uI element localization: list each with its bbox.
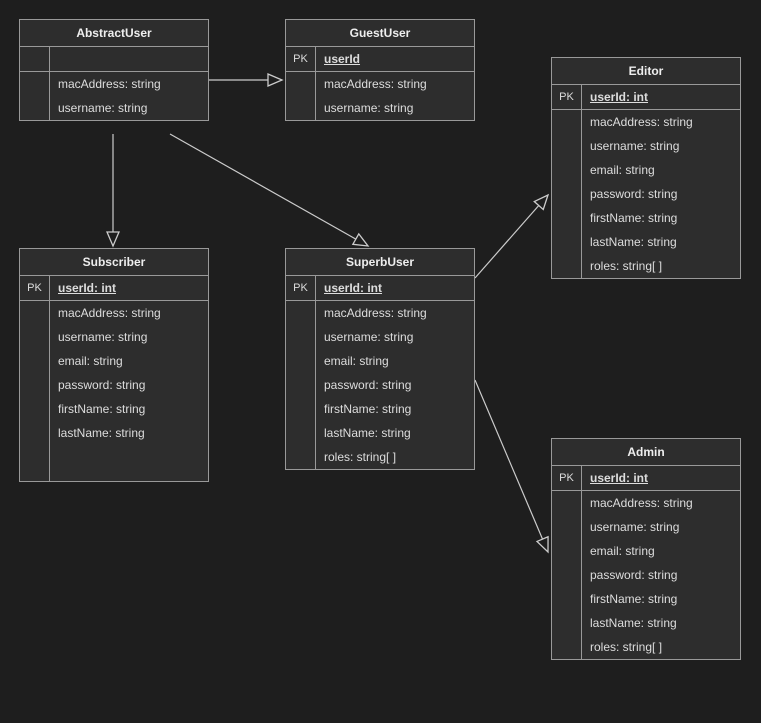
class-title: AbstractUser xyxy=(20,20,208,47)
attr: lastName: string xyxy=(58,426,145,440)
attr: firstName: string xyxy=(324,402,411,416)
diagram-canvas: AbstractUser macAddress: string username… xyxy=(0,0,761,723)
attr: macAddress: string xyxy=(58,77,161,91)
attr: lastName: string xyxy=(590,235,677,249)
attr: username: string xyxy=(58,101,147,115)
attr-row: lastName: string xyxy=(552,611,740,635)
attr: password: string xyxy=(58,378,145,392)
attr-row: email: string xyxy=(552,539,740,563)
attr-row: username: string xyxy=(286,325,474,349)
attr-row: password: string xyxy=(552,563,740,587)
attr-row: macAddress: string xyxy=(552,110,740,134)
attr: firstName: string xyxy=(590,592,677,606)
class-title: Subscriber xyxy=(20,249,208,276)
attr-row: macAddress: string xyxy=(20,72,208,96)
attr-row: lastName: string xyxy=(20,421,208,445)
class-editor[interactable]: Editor PK userId: int macAddress: string… xyxy=(551,57,741,279)
attr: macAddress: string xyxy=(58,306,161,320)
attr: password: string xyxy=(590,187,677,201)
attr: email: string xyxy=(324,354,389,368)
attr-row: macAddress: string xyxy=(286,72,474,96)
attr-row: firstName: string xyxy=(552,206,740,230)
attr: username: string xyxy=(590,520,679,534)
attr: lastName: string xyxy=(324,426,411,440)
attr: username: string xyxy=(58,330,147,344)
attr-row: macAddress: string xyxy=(286,301,474,325)
attr-row: macAddress: string xyxy=(20,301,208,325)
attr-row: firstName: string xyxy=(552,587,740,611)
attr: firstName: string xyxy=(58,402,145,416)
class-title: SuperbUser xyxy=(286,249,474,276)
key-row: PK userId: int xyxy=(552,466,740,491)
class-subscriber[interactable]: Subscriber PK userId: int macAddress: st… xyxy=(19,248,209,482)
attr-row: roles: string[ ] xyxy=(552,635,740,659)
attr-row: password: string xyxy=(20,373,208,397)
attr: password: string xyxy=(324,378,411,392)
attr: macAddress: string xyxy=(590,115,693,129)
attr: email: string xyxy=(590,544,655,558)
attr-row: password: string xyxy=(552,182,740,206)
attr-row: username: string xyxy=(20,96,208,120)
attr: email: string xyxy=(58,354,123,368)
attr: macAddress: string xyxy=(324,306,427,320)
attr-row: lastName: string xyxy=(286,421,474,445)
attr-row: username: string xyxy=(552,515,740,539)
attr-row: email: string xyxy=(20,349,208,373)
pk-label: PK xyxy=(552,466,582,490)
attr-row: lastName: string xyxy=(552,230,740,254)
attr-row: firstName: string xyxy=(20,397,208,421)
attr: password: string xyxy=(590,568,677,582)
key-row: PK userId: int xyxy=(286,276,474,301)
attr-row: username: string xyxy=(20,325,208,349)
attr: roles: string[ ] xyxy=(324,450,396,464)
attr: username: string xyxy=(590,139,679,153)
pk-label: PK xyxy=(20,276,50,300)
attr: roles: string[ ] xyxy=(590,259,662,273)
pk-label: PK xyxy=(552,85,582,109)
attr-row: roles: string[ ] xyxy=(286,445,474,469)
attr: username: string xyxy=(324,330,413,344)
attr: macAddress: string xyxy=(590,496,693,510)
key-name: userId xyxy=(324,52,360,66)
key-name: userId: int xyxy=(590,471,648,485)
class-admin[interactable]: Admin PK userId: int macAddress: string … xyxy=(551,438,741,660)
attr-row: email: string xyxy=(286,349,474,373)
attr: firstName: string xyxy=(590,211,677,225)
key-row: PK userId: int xyxy=(552,85,740,110)
key-name: userId: int xyxy=(324,281,382,295)
class-title: Admin xyxy=(552,439,740,466)
pk-label: PK xyxy=(286,276,316,300)
key-row: PK userId xyxy=(286,47,474,72)
key-name: userId: int xyxy=(590,90,648,104)
class-abstractuser[interactable]: AbstractUser macAddress: string username… xyxy=(19,19,209,121)
attr: roles: string[ ] xyxy=(590,640,662,654)
attr-row: username: string xyxy=(552,134,740,158)
key-row: PK userId: int xyxy=(20,276,208,301)
attr: lastName: string xyxy=(590,616,677,630)
class-guestuser[interactable]: GuestUser PK userId macAddress: string u… xyxy=(285,19,475,121)
attr-row: roles: string[ ] xyxy=(552,254,740,278)
pk-label: PK xyxy=(286,47,316,71)
attr: macAddress: string xyxy=(324,77,427,91)
class-title: GuestUser xyxy=(286,20,474,47)
key-row-empty xyxy=(20,47,208,72)
attr-row: macAddress: string xyxy=(552,491,740,515)
attr: username: string xyxy=(324,101,413,115)
class-title: Editor xyxy=(552,58,740,85)
attr-row: password: string xyxy=(286,373,474,397)
attr-row: firstName: string xyxy=(286,397,474,421)
attr-row: email: string xyxy=(552,158,740,182)
class-superbuser[interactable]: SuperbUser PK userId: int macAddress: st… xyxy=(285,248,475,470)
attr-row: username: string xyxy=(286,96,474,120)
attr: email: string xyxy=(590,163,655,177)
key-name: userId: int xyxy=(58,281,116,295)
